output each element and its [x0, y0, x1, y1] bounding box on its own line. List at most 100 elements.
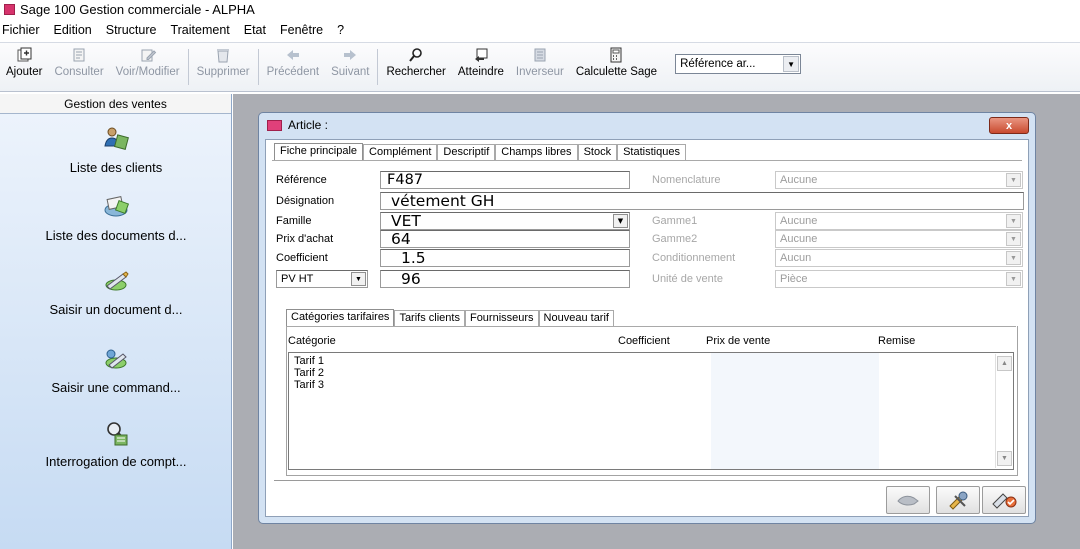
prix-achat-field[interactable]: 64 — [380, 230, 630, 248]
prix-vente-field[interactable]: 96 — [380, 270, 630, 288]
gamme1-select[interactable]: Aucune ▼ — [775, 212, 1023, 230]
add-record-icon — [15, 46, 33, 64]
grid-scrollbar[interactable]: ▲ ▼ — [995, 354, 1012, 468]
pv-type-select[interactable]: PV HT ▼ — [276, 270, 368, 288]
hand-icon — [897, 495, 919, 506]
tools-icon — [949, 491, 968, 510]
tab-fournisseurs[interactable]: Fournisseurs — [464, 310, 539, 326]
close-icon: x — [1005, 119, 1013, 132]
menu-fichier[interactable]: Fichier — [0, 23, 48, 37]
enter-order-icon — [101, 344, 131, 374]
designation-label: Désignation — [276, 195, 335, 207]
gamme2-label: Gamme2 — [652, 233, 698, 245]
previous-button[interactable]: Précédent — [261, 46, 325, 90]
view-button[interactable]: Consulter — [48, 46, 109, 90]
scroll-down-icon[interactable]: ▼ — [997, 451, 1012, 466]
app-title: Sage 100 Gestion commerciale - ALPHA — [20, 1, 255, 17]
menu-edition[interactable]: Edition — [48, 23, 100, 37]
tab-fiche-principale[interactable]: Fiche principale — [274, 143, 364, 160]
arrow-right-icon — [341, 46, 359, 64]
grid-column-remise — [879, 353, 995, 469]
prix-achat-label: Prix d'achat — [276, 233, 334, 245]
nomenclature-select[interactable]: Aucune ▼ — [775, 171, 1023, 189]
tab-statistiques[interactable]: Statistiques — [617, 144, 686, 160]
trash-icon — [214, 46, 232, 64]
tab-descriptif[interactable]: Descriptif — [437, 144, 496, 160]
nomenclature-label: Nomenclature — [652, 174, 721, 186]
tab-categories-tarifaires[interactable]: Catégories tarifaires — [286, 309, 395, 326]
chevron-down-icon: ▼ — [1006, 232, 1021, 246]
grid-column-prix-vente — [711, 353, 879, 469]
menu-fenetre[interactable]: Fenêtre — [274, 23, 331, 37]
tarif-grid: Tarif 1 Tarif 2 Tarif 3 ▲ ▼ — [288, 352, 1014, 470]
famille-label: Famille — [276, 215, 312, 227]
toolbar-separator — [377, 49, 379, 85]
sidebar-item-clients[interactable]: Liste des clients — [0, 124, 232, 175]
tools-button[interactable] — [936, 486, 980, 514]
gamme1-label: Gamme1 — [652, 215, 698, 227]
tab-stock[interactable]: Stock — [577, 144, 618, 160]
conditionnement-select[interactable]: Aucun ▼ — [775, 249, 1023, 267]
table-row[interactable]: Tarif 1 — [294, 355, 324, 367]
app-icon — [4, 3, 15, 15]
search-button[interactable]: Rechercher — [380, 46, 451, 90]
scroll-up-icon[interactable]: ▲ — [997, 356, 1012, 371]
sidebar-item-enter-document[interactable]: Saisir un document d... — [0, 266, 232, 317]
edit-record-icon — [139, 46, 157, 64]
chevron-down-icon: ▼ — [1006, 214, 1021, 228]
famille-select[interactable]: VET ▼ — [380, 212, 630, 230]
menu-help[interactable]: ? — [331, 23, 352, 37]
menu-structure[interactable]: Structure — [100, 23, 165, 37]
sidebar-item-documents[interactable]: Liste des documents d... — [0, 192, 232, 243]
chevron-down-icon: ▼ — [783, 56, 800, 72]
column-header-prix-vente: Prix de vente — [706, 335, 771, 347]
table-row[interactable]: Tarif 3 — [294, 379, 324, 391]
tab-complement[interactable]: Complément — [363, 144, 438, 160]
arrow-left-icon — [284, 46, 302, 64]
tab-nouveau-tarif[interactable]: Nouveau tarif — [538, 310, 614, 326]
view-record-icon — [70, 46, 88, 64]
goto-icon — [472, 46, 490, 64]
toggle-button[interactable]: Inverseur — [510, 46, 570, 90]
add-button[interactable]: Ajouter — [0, 46, 48, 90]
article-window-title: Article : — [267, 118, 328, 132]
validate-button[interactable] — [982, 486, 1026, 514]
close-button[interactable]: x — [989, 117, 1029, 134]
edit-button[interactable]: Voir/Modifier — [110, 46, 186, 90]
sidebar-header: Gestion des ventes — [0, 94, 231, 114]
account-query-icon — [101, 418, 131, 448]
tabs-divider — [272, 160, 1022, 161]
sidebar-item-account-query[interactable]: Interrogation de compt... — [0, 418, 232, 469]
sidebar: Gestion des ventes Liste des clients Lis… — [0, 94, 232, 549]
article-icon — [267, 119, 282, 131]
goto-button[interactable]: Atteindre — [452, 46, 510, 90]
table-row[interactable]: Tarif 2 — [294, 367, 324, 379]
reference-field[interactable]: F487 — [380, 171, 630, 189]
enter-document-icon — [101, 266, 131, 296]
delete-button[interactable]: Supprimer — [191, 46, 256, 90]
designation-field[interactable]: vétement GH — [380, 192, 1024, 210]
menu-traitement[interactable]: Traitement — [164, 23, 237, 37]
tab-tarifs-clients[interactable]: Tarifs clients — [394, 310, 465, 326]
menu-etat[interactable]: Etat — [238, 23, 274, 37]
toolbar-separator — [257, 49, 259, 85]
column-header-categorie: Catégorie — [288, 335, 336, 347]
documents-icon — [101, 192, 131, 222]
clients-icon — [101, 124, 131, 154]
next-button[interactable]: Suivant — [325, 46, 375, 90]
sidebar-item-enter-order[interactable]: Saisir une command... — [0, 344, 232, 395]
reference-select[interactable]: Référence ar... ▼ — [675, 54, 802, 74]
validate-icon — [992, 493, 1017, 509]
chevron-down-icon: ▼ — [1006, 251, 1021, 265]
tab-champs-libres[interactable]: Champs libres — [495, 144, 578, 160]
disabled-action-button[interactable] — [886, 486, 930, 514]
calculator-button[interactable]: Calculette Sage — [570, 46, 663, 90]
article-window: Article : x Fiche principale Complément … — [258, 112, 1036, 524]
article-form: Fiche principale Complément Descriptif C… — [265, 139, 1029, 517]
tarif-tabs: Catégories tarifaires Tarifs clients Fou… — [286, 308, 614, 326]
coefficient-label: Coefficient — [276, 252, 328, 264]
coefficient-field[interactable]: 1.5 — [380, 249, 630, 267]
gamme2-select[interactable]: Aucune ▼ — [775, 230, 1023, 248]
chevron-down-icon: ▼ — [1006, 173, 1021, 187]
unite-vente-select[interactable]: Pièce ▼ — [775, 270, 1023, 288]
